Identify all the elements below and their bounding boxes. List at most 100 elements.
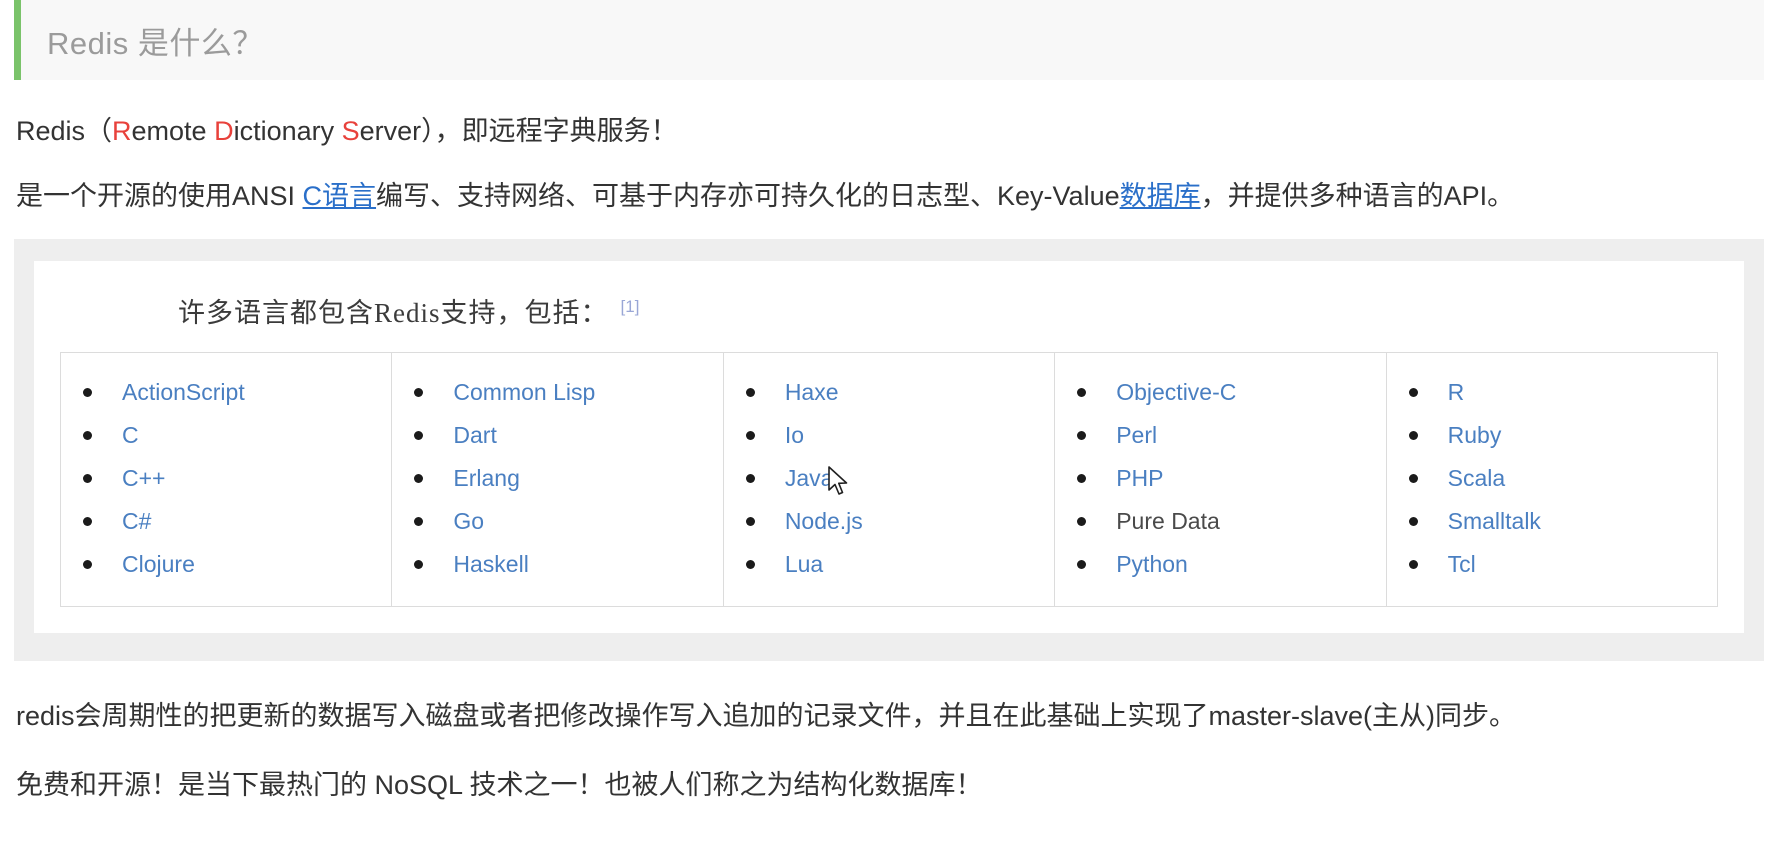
list-item[interactable]: Io xyxy=(724,414,1054,457)
language-column-5: R Ruby Scala Smalltalk Tcl xyxy=(1387,353,1719,607)
section-heading: Redis 是什么？ xyxy=(14,0,1764,80)
bullet-icon xyxy=(414,560,424,570)
bullet-icon xyxy=(414,474,424,484)
bullet-icon xyxy=(745,560,755,570)
language-label[interactable]: ActionScript xyxy=(122,379,245,406)
intro-initial-r: R xyxy=(112,116,132,146)
language-label[interactable]: C xyxy=(122,422,139,449)
list-item[interactable]: Common Lisp xyxy=(392,371,722,414)
bullet-icon xyxy=(83,474,92,484)
list-item[interactable]: Node.js xyxy=(724,500,1054,543)
list-item[interactable]: Perl xyxy=(1055,414,1385,457)
list-item[interactable]: Go xyxy=(392,500,722,543)
list-item[interactable]: ActionScript xyxy=(61,371,391,414)
article-page: Redis 是什么？ Redis（Remote Dictionary Serve… xyxy=(0,0,1778,852)
intro-initial-d: D xyxy=(214,116,234,146)
language-support-table: ActionScript C C++ C# Clojure Common Lis… xyxy=(60,352,1719,608)
language-label[interactable]: C++ xyxy=(122,465,165,492)
language-label[interactable]: Erlang xyxy=(453,465,519,492)
paragraph-persistence: redis会周期性的把更新的数据写入磁盘或者把修改操作写入追加的记录文件，并且在… xyxy=(16,701,1517,732)
bullet-icon xyxy=(1077,431,1087,441)
language-label: Pure Data xyxy=(1116,508,1220,535)
footnote-reference[interactable]: [1] xyxy=(621,297,640,316)
intro-initial-s: S xyxy=(341,116,360,146)
bullet-icon xyxy=(83,388,92,398)
intro-word-server: erver xyxy=(359,116,422,146)
language-column-3: Haxe Io Java Node.js Lua xyxy=(724,353,1056,607)
language-label[interactable]: Haxe xyxy=(785,379,839,406)
heading-accent-bar xyxy=(14,0,21,80)
language-label[interactable]: R xyxy=(1448,379,1465,406)
language-column-4: Objective-C Perl PHP Pure Data Python xyxy=(1055,353,1387,607)
language-label[interactable]: Clojure xyxy=(122,551,195,578)
language-label[interactable]: Common Lisp xyxy=(453,379,595,406)
language-label[interactable]: Lua xyxy=(785,551,823,578)
bullet-icon xyxy=(83,431,92,441)
paragraph-description: 是一个开源的使用ANSI C语言编写、支持网络、可基于内存亦可持久化的日志型、K… xyxy=(14,181,1764,212)
bullet-icon xyxy=(1408,474,1418,484)
bullet-icon xyxy=(1077,388,1087,398)
language-label[interactable]: PHP xyxy=(1116,465,1163,492)
intro-word-dictionary: ictionary xyxy=(233,116,342,146)
language-label[interactable]: Node.js xyxy=(785,508,863,535)
list-item[interactable]: Dart xyxy=(392,414,722,457)
language-column-1: ActionScript C C++ C# Clojure xyxy=(60,353,393,607)
bullet-icon xyxy=(1077,517,1087,527)
bullet-icon xyxy=(745,388,755,398)
description-part-2: 编写、支持网络、可基于内存亦可持久化的日志型、Key-Value xyxy=(376,181,1120,212)
language-label[interactable]: Python xyxy=(1116,551,1188,578)
language-column-2: Common Lisp Dart Erlang Go Haskell xyxy=(392,353,724,607)
list-item[interactable]: C++ xyxy=(61,457,391,500)
link-database[interactable]: 数据库 xyxy=(1120,181,1201,211)
bullet-icon xyxy=(1408,388,1418,398)
figure-container: 许多语言都包含Redis支持，包括： [1] ActionScript C C++ xyxy=(14,239,1764,662)
list-item[interactable]: Haskell xyxy=(392,543,722,586)
language-label[interactable]: Ruby xyxy=(1448,422,1502,449)
intro-suffix: ），即远程字典服务！ xyxy=(421,116,678,146)
language-label[interactable]: Scala xyxy=(1448,465,1506,492)
list-item[interactable]: Lua xyxy=(724,543,1054,586)
list-item[interactable]: Smalltalk xyxy=(1387,500,1717,543)
intro-prefix: Redis（ xyxy=(16,116,113,146)
bullet-icon xyxy=(1077,560,1087,570)
bullet-icon xyxy=(745,431,755,441)
page-title: Redis 是什么？ xyxy=(47,25,264,61)
paragraph-opensource: 免费和开源！是当下最热门的 NoSQL 技术之一！也被人们称之为结构化数据库！ xyxy=(16,770,983,801)
list-item[interactable]: Clojure xyxy=(61,543,391,586)
language-label[interactable]: Io xyxy=(785,422,804,449)
list-item[interactable]: PHP xyxy=(1055,457,1385,500)
list-item[interactable]: Objective-C xyxy=(1055,371,1385,414)
paragraph-intro: Redis（Remote Dictionary Server），即远程字典服务！ xyxy=(14,116,1764,147)
language-label[interactable]: Haskell xyxy=(453,551,528,578)
bullet-icon xyxy=(745,517,755,527)
language-label[interactable]: Perl xyxy=(1116,422,1157,449)
language-label[interactable]: Java xyxy=(785,465,834,492)
list-item[interactable]: Scala xyxy=(1387,457,1717,500)
language-label[interactable]: Tcl xyxy=(1448,551,1476,578)
list-item: Pure Data xyxy=(1055,500,1385,543)
list-item[interactable]: Ruby xyxy=(1387,414,1717,457)
link-c-language[interactable]: C语言 xyxy=(303,181,377,211)
bullet-icon xyxy=(414,388,424,398)
language-label[interactable]: Go xyxy=(453,508,484,535)
list-item[interactable]: R xyxy=(1387,371,1717,414)
list-item[interactable]: Haxe xyxy=(724,371,1054,414)
list-item[interactable]: Python xyxy=(1055,543,1385,586)
bullet-icon xyxy=(414,517,424,527)
bullet-icon xyxy=(414,431,424,441)
language-label[interactable]: Dart xyxy=(453,422,496,449)
list-item[interactable]: Erlang xyxy=(392,457,722,500)
language-label[interactable]: Smalltalk xyxy=(1448,508,1541,535)
figure-card: 许多语言都包含Redis支持，包括： [1] ActionScript C C++ xyxy=(34,261,1744,634)
bullet-icon xyxy=(1408,431,1418,441)
list-item[interactable]: C xyxy=(61,414,391,457)
list-item[interactable]: Java xyxy=(724,457,1054,500)
list-item[interactable]: C# xyxy=(61,500,391,543)
list-item[interactable]: Tcl xyxy=(1387,543,1717,586)
description-part-3: ，并提供多种语言的API。 xyxy=(1200,181,1515,212)
bullet-icon xyxy=(1077,474,1087,484)
language-label[interactable]: C# xyxy=(122,508,151,535)
language-label[interactable]: Objective-C xyxy=(1116,379,1236,406)
figure-caption: 许多语言都包含Redis支持，包括： [1] xyxy=(60,283,1718,336)
intro-word-remote: emote xyxy=(131,116,215,146)
